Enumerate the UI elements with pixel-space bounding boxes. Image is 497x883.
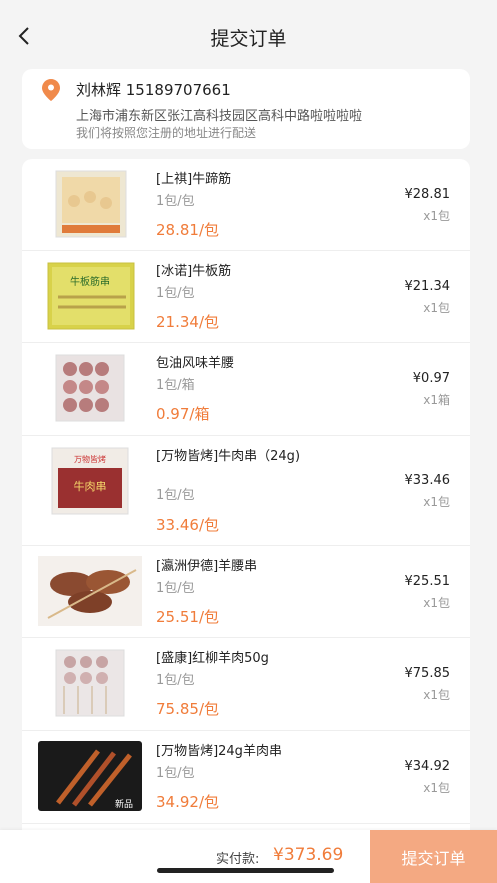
product-unit: 1包/包: [156, 766, 195, 781]
item-price: ¥28.81: [404, 187, 451, 202]
thumb-text: 牛板筋串: [70, 275, 110, 288]
recipient-name-phone: 刘林辉 15189707661: [76, 81, 231, 99]
nav-header: 提交订单: [0, 0, 497, 62]
product-unit: 1包/包: [156, 673, 195, 688]
delivery-note: 我们将按照您注册的地址进行配送: [76, 126, 257, 140]
product-unit: 1包/包: [156, 488, 195, 503]
unit-price: 33.46/包: [156, 516, 219, 534]
product-image: [55, 649, 125, 717]
location-pin-icon: [42, 79, 60, 101]
unit-price: 34.92/包: [156, 793, 219, 811]
product-name: [瀛洲伊德]羊腰串: [156, 559, 258, 574]
item-quantity: x1包: [423, 781, 450, 795]
page-title: 提交订单: [210, 28, 287, 50]
thumb-text: 新品: [115, 798, 133, 810]
product-image: [55, 170, 127, 238]
product-unit: 1包/包: [156, 581, 195, 596]
item-quantity: x1包: [423, 688, 450, 702]
item-price: ¥33.46: [404, 473, 451, 488]
list-item[interactable]: 牛板筋串 [冰诺]牛板筋 1包/包 21.34/包 ¥21.34 x1包: [22, 251, 470, 343]
unit-price: 75.85/包: [156, 700, 219, 718]
list-item[interactable]: [瀛洲伊德]羊腰串 1包/包 25.51/包 ¥25.51 x1包: [22, 546, 470, 638]
item-quantity: x1包: [423, 495, 450, 509]
item-quantity: x1包: [423, 596, 450, 610]
address-card[interactable]: 刘林辉 15189707661 上海市浦东新区张江高科技园区高科中路啦啦啦啦 我…: [22, 69, 470, 149]
item-quantity: x1包: [423, 301, 450, 315]
item-price: ¥75.85: [404, 666, 451, 681]
address-line: 上海市浦东新区张江高科技园区高科中路啦啦啦啦: [76, 109, 363, 124]
product-image: [55, 354, 125, 422]
item-quantity: x1箱: [423, 393, 450, 407]
checkout-bar: 实付款: ¥373.69 提交订单: [0, 830, 497, 883]
product-unit: 1包/箱: [156, 378, 195, 393]
total-amount: ¥373.69: [273, 845, 344, 865]
item-price: ¥0.97: [412, 371, 450, 386]
list-item[interactable]: 新品 [万物皆烤]24g羊肉串 1包/包 34.92/包 ¥34.92 x1包: [22, 731, 470, 824]
product-image: [38, 556, 142, 626]
order-item-list: [上祺]牛蹄筋 1包/包 28.81/包 ¥28.81 x1包 牛板筋串 [冰诺…: [22, 159, 470, 883]
list-item[interactable]: [上祺]牛蹄筋 1包/包 28.81/包 ¥28.81 x1包: [22, 159, 470, 251]
item-quantity: x1包: [423, 209, 450, 223]
total-label: 实付款:: [216, 852, 260, 867]
item-price: ¥25.51: [404, 574, 451, 589]
list-item[interactable]: 万物皆烤 牛肉串 [万物皆烤]牛肉串（24g) 1包/包 33.46/包 ¥33…: [22, 436, 470, 546]
product-image: 万物皆烤 牛肉串: [51, 447, 129, 515]
product-name: [上祺]牛蹄筋: [156, 172, 232, 187]
product-unit: 1包/包: [156, 194, 195, 209]
item-price: ¥34.92: [404, 759, 451, 774]
product-name: 包油风味羊腰: [156, 356, 235, 371]
product-name: [万物皆烤]24g羊肉串: [156, 744, 282, 759]
unit-price: 21.34/包: [156, 313, 219, 331]
thumb-text: 牛肉串: [74, 479, 107, 493]
product-name: [冰诺]牛板筋: [156, 264, 232, 279]
list-item[interactable]: 包油风味羊腰 1包/箱 0.97/箱 ¥0.97 x1箱: [22, 343, 470, 436]
product-unit: 1包/包: [156, 286, 195, 301]
item-price: ¥21.34: [404, 279, 451, 294]
product-name: [万物皆烤]牛肉串（24g): [156, 449, 301, 464]
product-name: [盛康]红柳羊肉50g: [156, 651, 269, 666]
product-image: 牛板筋串: [47, 262, 135, 330]
unit-price: 0.97/箱: [156, 405, 210, 423]
unit-price: 25.51/包: [156, 608, 219, 626]
home-indicator: [157, 868, 334, 873]
product-image: 新品: [38, 741, 142, 811]
svg-text:万物皆烤: 万物皆烤: [74, 454, 106, 464]
list-item[interactable]: [盛康]红柳羊肉50g 1包/包 75.85/包 ¥75.85 x1包: [22, 638, 470, 731]
submit-order-button[interactable]: 提交订单: [370, 830, 497, 883]
unit-price: 28.81/包: [156, 221, 219, 239]
